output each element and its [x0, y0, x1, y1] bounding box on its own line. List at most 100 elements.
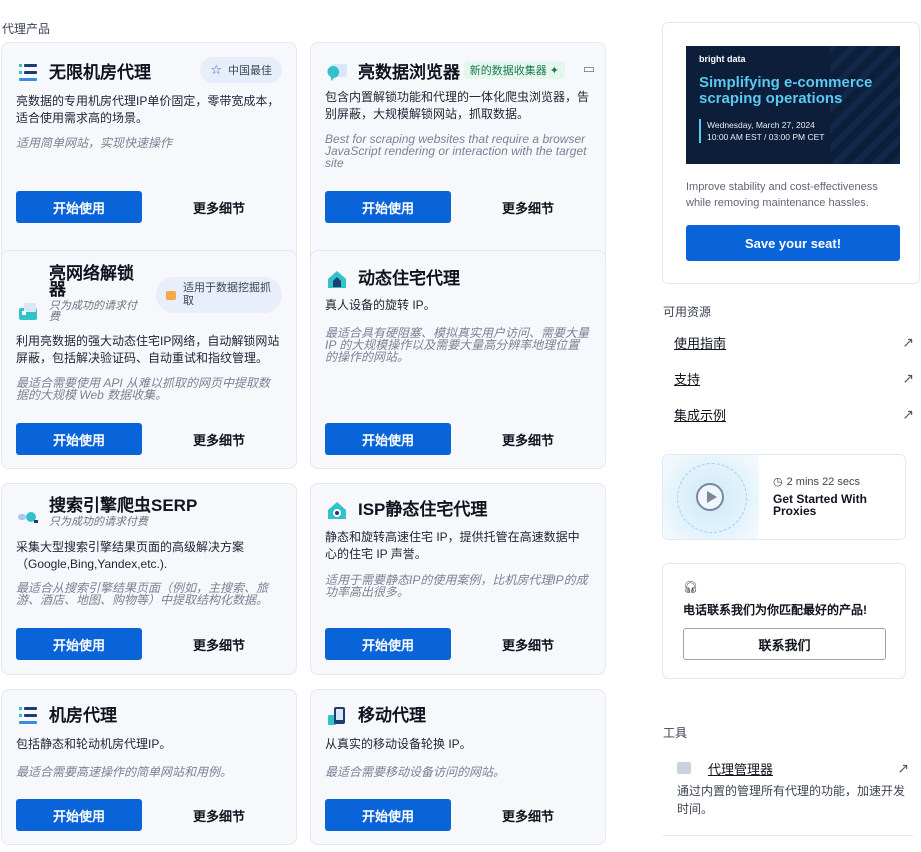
tools-title: 工具 — [663, 726, 688, 740]
brand-logo: bright data — [699, 54, 746, 64]
china-best-badge: ☆ 中国最佳 — [200, 57, 282, 83]
card-header: ISP静态住宅代理 — [325, 494, 595, 526]
card-subtitle: 只为成功的请求付费 — [49, 300, 137, 323]
more-details-button[interactable]: 更多细节 — [156, 423, 282, 455]
product-card-residential: 动态住宅代理 真人设备的旋转 IP。 最适合具有硬阻塞、模拟真实用户访问、需要大… — [310, 250, 606, 469]
card-best-for: 最适合需要高速操作的简单网站和用例。 — [16, 765, 233, 779]
more-details-button[interactable]: 更多细节 — [465, 799, 591, 831]
resource-link-support[interactable]: 支持 ↗ — [674, 369, 914, 387]
card-best-for: 适用简单网站，实现快速操作 — [16, 136, 173, 150]
clock-icon: ◷ — [773, 476, 783, 488]
card-header: 移动代理 — [325, 700, 595, 732]
more-details-button[interactable]: 更多细节 — [156, 191, 282, 223]
divider — [663, 835, 913, 836]
contact-card: 🎧︎ 电话联系我们为你匹配最好的产品! 联系我们 — [662, 563, 906, 679]
banner-date: Wednesday, March 27, 2024 10:00 AM EST /… — [699, 119, 824, 143]
isp-house-icon — [325, 498, 349, 522]
server-stack-icon — [16, 61, 40, 85]
start-button[interactable]: 开始使用 — [325, 423, 451, 455]
server-stack-icon — [16, 704, 40, 728]
contact-text: 电话联系我们为你匹配最好的产品! — [683, 603, 867, 617]
play-icon[interactable] — [696, 483, 724, 511]
external-arrow-icon: ↗ — [902, 333, 914, 350]
card-description: 真人设备的旋转 IP。 — [325, 298, 436, 312]
video-duration-text: 2 mins 22 secs — [786, 476, 860, 488]
card-title: 搜索引擎爬虫SERP — [49, 496, 198, 515]
card-best-for: 最适合从搜索引擎结果页面（例如，主搜索、旅游、酒店、地图、购物等）中提取结构化数… — [16, 581, 269, 607]
card-description: 包括静态和轮动机房代理IP。 — [16, 737, 172, 751]
start-button[interactable]: 开始使用 — [16, 191, 142, 223]
card-best-for: 最适合需要使用 API 从难以抓取的网页中提取数据的大规模 Web 数据收集。 — [16, 376, 271, 402]
start-button[interactable]: 开始使用 — [325, 628, 451, 660]
video-duration: ◷ 2 mins 22 secs — [773, 475, 860, 488]
house-icon — [325, 267, 349, 291]
headset-icon: 🎧︎ — [683, 580, 699, 594]
webinar-promo-card: bright data Simplifying e-commerce scrap… — [662, 22, 920, 284]
card-title: 亮数据浏览器 — [358, 63, 460, 82]
card-header: 搜索引擎爬虫SERP 只为成功的请求付费 — [16, 497, 286, 533]
card-title: ISP静态住宅代理 — [358, 500, 488, 519]
proxy-manager-link[interactable]: 代理管理器 ↗ — [677, 759, 909, 777]
tool-description: 通过内置的管理所有代理的功能，加速开发时间。 — [677, 784, 906, 816]
video-title: Get Started With Proxies — [773, 492, 867, 518]
card-title: 移动代理 — [358, 706, 426, 725]
card-title: 亮网络解锁器 — [49, 264, 134, 299]
external-arrow-icon: ↗ — [902, 405, 914, 422]
resource-link-label: 集成示例 — [674, 407, 727, 423]
start-button[interactable]: 开始使用 — [16, 799, 142, 831]
card-best-for: 适用于需要静态IP的使用案例，比机房代理IP的成功率高出很多。 — [325, 573, 588, 599]
start-button[interactable]: 开始使用 — [325, 799, 451, 831]
proxy-manager-icon — [677, 762, 691, 774]
card-header: 亮网络解锁器 只为成功的请求付费 — [16, 265, 152, 325]
banner-date-line: Wednesday, March 27, 2024 — [707, 120, 815, 130]
start-button[interactable]: 开始使用 — [325, 191, 451, 223]
video-card[interactable]: ◷ 2 mins 22 secs Get Started With Proxies — [662, 454, 906, 540]
card-description: 采集大型搜索引擎结果页面的高级解决方案（Google,Bing,Yandex,e… — [16, 540, 245, 571]
badge-label: 中国最佳 — [228, 65, 272, 77]
banner-headline: Simplifying e-commerce scraping operatio… — [699, 74, 873, 107]
video-camera-icon[interactable]: ▭ — [583, 61, 595, 77]
more-details-button[interactable]: 更多细节 — [156, 799, 282, 831]
video-thumbnail — [663, 455, 759, 539]
resource-link-guide[interactable]: 使用指南 ↗ — [674, 333, 914, 351]
product-card-browser: 亮数据浏览器 新的数据收集器 ✦ ▭ 包含内置解锁功能和代理的一体化爬虫浏览器，… — [310, 42, 606, 265]
webinar-banner[interactable]: bright data Simplifying e-commerce scrap… — [686, 46, 900, 164]
star-icon: ☆ — [210, 62, 222, 77]
card-best-for: 最适合具有硬阻塞、模拟真实用户访问、需要大量 IP 的大规模操作以及需要大量高分… — [325, 326, 590, 364]
start-button[interactable]: 开始使用 — [16, 423, 142, 455]
more-details-button[interactable]: 更多细节 — [156, 628, 282, 660]
card-description: 包含内置解锁功能和代理的一体化爬虫浏览器，告别屏蔽，大规模解锁网站，抓取数据。 — [325, 90, 590, 121]
mobile-phone-icon — [325, 704, 349, 728]
promo-description: Improve stability and cost-effectiveness… — [686, 181, 878, 209]
card-best-for: 最适合需要移动设备访问的网站。 — [325, 765, 506, 779]
resource-link-label: 使用指南 — [674, 335, 727, 351]
card-title: 机房代理 — [49, 706, 117, 725]
product-card-unlimited-datacenter: 无限机房代理 ☆ 中国最佳 亮数据的专用机房代理IP单价固定，零带宽成本，适合使… — [1, 42, 297, 265]
contact-us-button[interactable]: 联系我们 — [683, 628, 886, 660]
card-header: 动态住宅代理 — [325, 263, 595, 295]
banner-time-line: 10:00 AM EST / 03:00 PM CET — [707, 132, 825, 142]
more-details-button[interactable]: 更多细节 — [465, 628, 591, 660]
product-card-mobile: 移动代理 从真实的移动设备轮换 IP。 最适合需要移动设备访问的网站。 开始使用… — [310, 689, 606, 845]
card-description: 利用亮数据的强大动态住宅IP网络，自动解锁网站屏蔽，包括解决验证码、自动重试和指… — [16, 334, 280, 365]
card-best-for: Best for scraping websites that require … — [325, 132, 587, 170]
product-card-isp: ISP静态住宅代理 静态和旋转高速住宅 IP，提供托管在高速数据中心的住宅 IP… — [310, 483, 606, 675]
badge-label: 适用于数据挖掘抓取 — [183, 282, 271, 307]
more-details-button[interactable]: 更多细节 — [465, 191, 591, 223]
card-subtitle: 只为成功的请求付费 — [49, 516, 148, 528]
resource-link-integrations[interactable]: 集成示例 ↗ — [674, 405, 914, 423]
card-title: 无限机房代理 — [49, 63, 151, 82]
external-arrow-icon: ↗ — [897, 759, 909, 776]
card-title: 动态住宅代理 — [358, 269, 460, 288]
lock-icon — [166, 290, 176, 300]
start-button[interactable]: 开始使用 — [16, 628, 142, 660]
product-card-web-unlocker: 亮网络解锁器 只为成功的请求付费 适用于数据挖掘抓取 利用亮数据的强大动态住宅I… — [1, 250, 297, 469]
section-title: 代理产品 — [2, 22, 51, 36]
more-details-button[interactable]: 更多细节 — [465, 423, 591, 455]
card-description: 从真实的移动设备轮换 IP。 — [325, 737, 472, 751]
save-seat-button[interactable]: Save your seat! — [686, 225, 900, 261]
card-description: 静态和旋转高速住宅 IP，提供托管在高速数据中心的住宅 IP 声誉。 — [325, 530, 580, 561]
new-collector-badge: 新的数据收集器 ✦ — [463, 61, 565, 79]
product-card-datacenter: 机房代理 包括静态和轮动机房代理IP。 最适合需要高速操作的简单网站和用例。 开… — [1, 689, 297, 845]
resources-title: 可用资源 — [663, 305, 712, 319]
